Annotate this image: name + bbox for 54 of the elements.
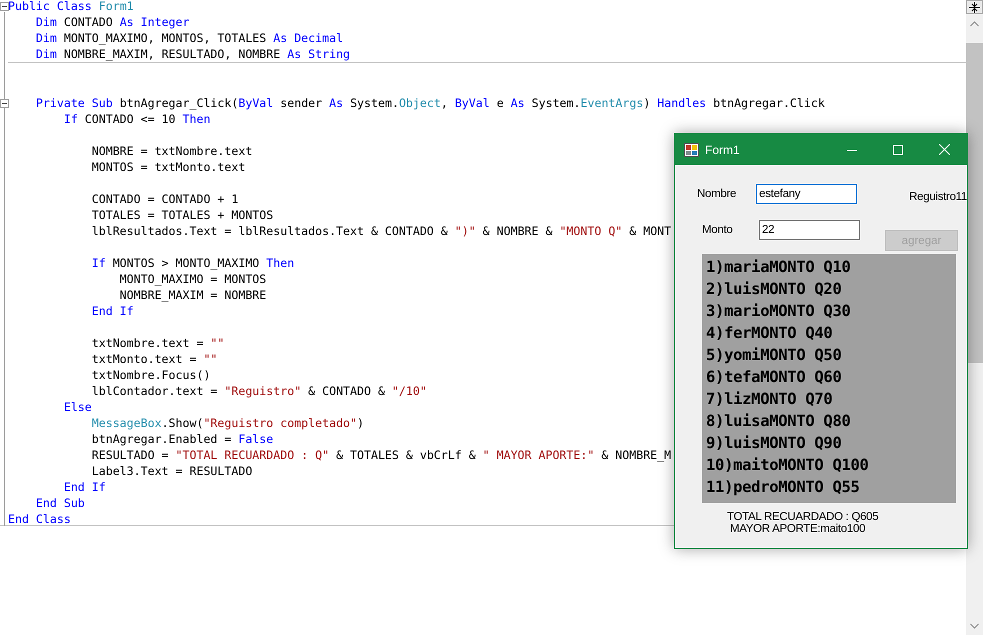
code-line: MONTO_MAXIMO = MONTOS (118, 272, 266, 286)
collapse-icon[interactable] (0, 2, 9, 11)
code-line: NOMBRE_MAXIM = NOMBRE (118, 288, 266, 302)
code-line: Else (62, 400, 92, 414)
text-field[interactable]: estefany (756, 184, 858, 204)
code-line: Dim NOMBRE_MAXIM, RESULTADO, NOMBRE As String (34, 47, 350, 61)
code-line: Dim MONTO_MAXIMO, MONTOS, TOTALES As Decimal (34, 31, 344, 45)
field-label: Nombre (697, 187, 738, 202)
code-line: MONTOS = txtMonto.text (90, 160, 246, 174)
code-line: RESULTADO = "TOTAL RECUARDADO : Q" & TOTALES & vbCrLf & " MAYOR APORTE:" & NOMBRE_M (90, 448, 672, 462)
code-line: End If (62, 480, 106, 494)
code-line: End Sub (34, 496, 85, 510)
scroll-down-icon[interactable] (970, 623, 979, 629)
code-line: Public Class Form1 (8, 0, 134, 13)
code-line: Dim CONTADO As Integer (34, 15, 190, 29)
result-line: 7)lizMONTO Q70 (706, 389, 834, 410)
code-line: NOMBRE = txtNombre.text (90, 144, 252, 158)
collapse-icon[interactable] (0, 99, 9, 108)
window-title: Form1 (705, 142, 741, 156)
text-field[interactable]: 22 (759, 220, 860, 240)
code-line: txtMonto.text = "" (90, 352, 218, 366)
result-line: 5)yomiMONTO Q50 (706, 345, 842, 366)
summary-line: MAYOR APORTE:maito100 (729, 523, 866, 535)
code-line: TOTALES = TOTALES + MONTOS (90, 208, 274, 222)
code-line: MessageBox.Show("Reguistro completado") (90, 416, 364, 430)
code-line: Private Sub btnAgregar_Click(ByVal sender As System.Object, ByVal e As System.EventArgs) Handles btnAgregar.Click (34, 96, 825, 110)
split-icon[interactable] (966, 0, 983, 14)
result-line: 4)ferMONTO Q40 (706, 323, 834, 344)
result-line: 10)maitoMONTO Q100 (706, 455, 870, 476)
result-line: 2)luisMONTO Q20 (706, 279, 842, 300)
code-line: CONTADO = CONTADO + 1 (90, 192, 238, 206)
code-line: If CONTADO <= 10 Then (62, 112, 210, 126)
close-icon[interactable] (938, 144, 950, 155)
code-line: End Class (8, 512, 71, 526)
result-line: 9)luisMONTO Q90 (706, 433, 842, 454)
code-line: Label3.Text = RESULTADO (90, 464, 252, 478)
code-line: lblContador.text = "Reguistro" & CONTADO & "/10" (90, 384, 427, 398)
app-icon (684, 142, 699, 156)
code-line: lblResultados.Text = lblResultados.Text & CONTADO & ")" & NOMBRE & "MONTO Q" & MONT (90, 224, 672, 238)
maximize-icon[interactable] (893, 144, 903, 154)
code-line: End If (90, 304, 134, 318)
result-line: 6)tefaMONTO Q60 (706, 367, 842, 388)
result-line: 1)mariaMONTO Q10 (706, 257, 852, 278)
code-line: txtNombre.text = "" (90, 336, 224, 350)
code-line: txtNombre.Focus() (90, 368, 210, 382)
code-line: If MONTOS > MONTO_MAXIMO Then (90, 256, 294, 270)
result-line: 11)pedroMONTO Q55 (706, 477, 861, 498)
result-line: 3)marioMONTO Q30 (706, 301, 852, 322)
scroll-up-icon[interactable] (970, 21, 979, 27)
counter-label: Reguistro11 (909, 190, 967, 205)
result-line: 8)luisaMONTO Q80 (706, 411, 852, 432)
summary-line: TOTAL RECUARDADO : Q605 (727, 511, 880, 523)
code-line: btnAgregar.Enabled = False (90, 432, 274, 446)
field-label: Monto (701, 223, 734, 238)
